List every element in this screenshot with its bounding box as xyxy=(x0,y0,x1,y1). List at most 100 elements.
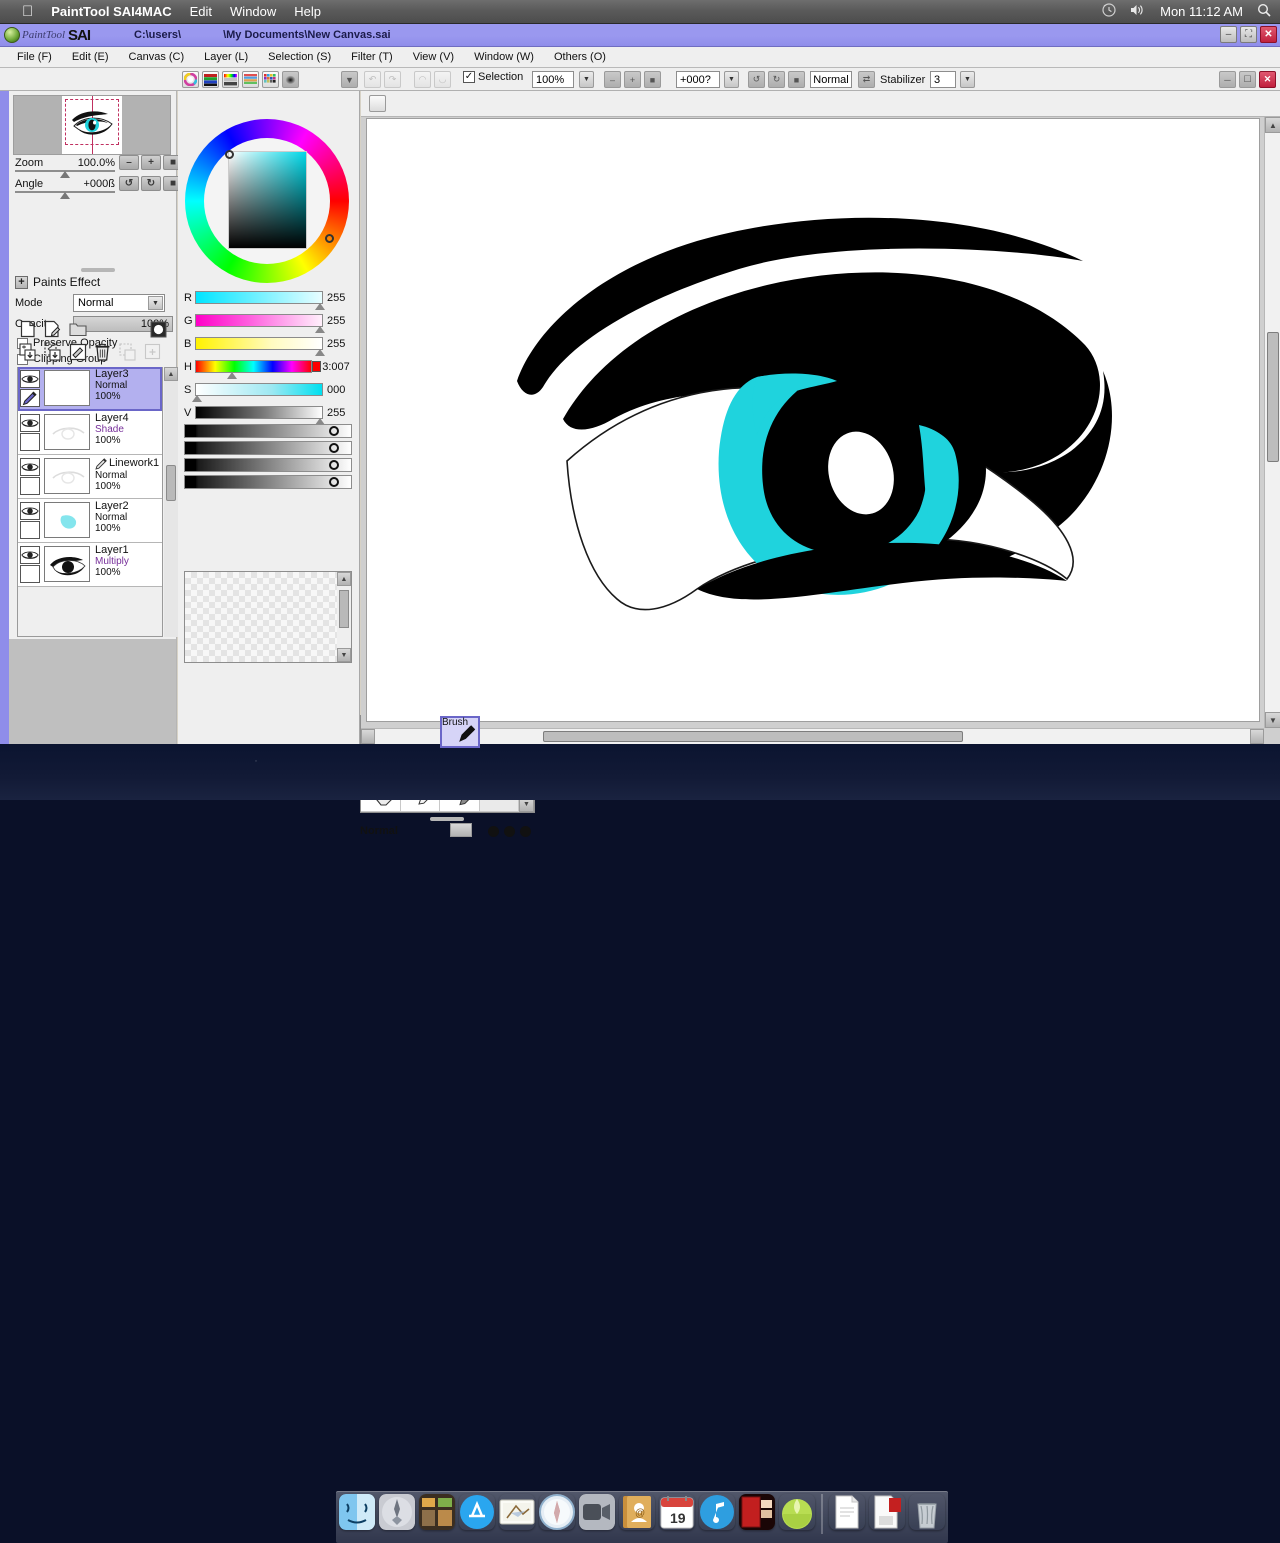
gray-bar-2-knob[interactable] xyxy=(329,443,339,453)
merge-down-icon[interactable] xyxy=(17,342,38,362)
hue-slider-thumb[interactable] xyxy=(227,372,237,379)
scroll-up-arrow-icon[interactable]: ▲ xyxy=(1265,117,1280,133)
zoom-field[interactable]: 100% xyxy=(532,71,574,88)
layer-mode-select[interactable]: Normal ▼ xyxy=(73,294,165,312)
zoom-in-button[interactable]: + xyxy=(624,71,641,88)
rotate-reset-button[interactable]: ■ xyxy=(788,71,805,88)
scroll-down-arrow-icon[interactable]: ▼ xyxy=(337,648,351,662)
layer-thumbnail[interactable] xyxy=(44,546,90,582)
search-icon[interactable] xyxy=(1257,3,1272,21)
apple-logo-icon[interactable]:  xyxy=(22,4,33,19)
layer-row[interactable]: Layer4 Shade 100% xyxy=(18,411,162,455)
gray-bar-1-knob[interactable] xyxy=(329,426,339,436)
gray-bar-4[interactable] xyxy=(184,475,352,489)
layer-visibility-icon[interactable] xyxy=(20,458,40,476)
canvas-thumbnail[interactable] xyxy=(13,95,171,155)
scroll-thumb-horizontal[interactable] xyxy=(543,731,963,742)
toolbar-blend-mode[interactable]: Normal xyxy=(810,71,852,88)
hue-ring[interactable] xyxy=(185,119,349,283)
blue-slider-thumb[interactable] xyxy=(315,349,325,356)
dock-icon-calendar[interactable]: 19 xyxy=(659,1494,695,1530)
layer-thumbnail[interactable] xyxy=(44,502,90,538)
green-slider[interactable] xyxy=(195,314,323,327)
clock-icon[interactable] xyxy=(1102,3,1116,20)
zoom-out-button-left[interactable]: – xyxy=(119,155,139,170)
menu-layer[interactable]: Layer (L) xyxy=(201,50,251,64)
menubar-edit[interactable]: Edit xyxy=(190,4,212,19)
red-slider[interactable] xyxy=(195,291,323,304)
new-folder-icon[interactable] xyxy=(67,319,88,339)
flip-horizontal-icon[interactable]: ◠ xyxy=(414,71,431,88)
rotate-ccw-button-left[interactable]: ↺ xyxy=(119,176,139,191)
dock-icon-iphoto[interactable] xyxy=(779,1494,815,1530)
layer-clip-toggle[interactable] xyxy=(20,389,40,407)
scroll-left-arrow-icon[interactable] xyxy=(361,729,375,744)
canvas-artwork[interactable] xyxy=(367,119,1261,723)
layer-clip-toggle[interactable] xyxy=(20,433,40,451)
gray-bar-4-knob[interactable] xyxy=(329,477,339,487)
layer-clip-toggle[interactable] xyxy=(20,477,40,495)
saturation-value-square[interactable] xyxy=(228,151,307,249)
layer-row[interactable]: Layer1 Multiply 100% xyxy=(18,543,162,587)
rotate-ccw-button[interactable]: ↺ xyxy=(748,71,765,88)
layer-clip-toggle[interactable] xyxy=(20,565,40,583)
clear-layer-icon[interactable] xyxy=(67,342,88,362)
layer-visibility-icon[interactable] xyxy=(20,546,40,564)
layer-list-scrollbar[interactable]: ▲ xyxy=(164,367,178,637)
canvas-tab-button-1[interactable] xyxy=(369,95,386,112)
dock-icon-preview[interactable] xyxy=(869,1494,905,1530)
rotate-cw-button[interactable]: ↻ xyxy=(768,71,785,88)
angle-dropdown-arrow[interactable]: ▼ xyxy=(724,71,739,88)
toolbar-overflow-dropdown[interactable]: ▼ xyxy=(341,71,358,88)
swatches-icon[interactable] xyxy=(262,71,279,88)
dock-icon-document[interactable] xyxy=(829,1494,865,1530)
green-slider-thumb[interactable] xyxy=(315,326,325,333)
zoom-in-button-left[interactable]: + xyxy=(141,155,161,170)
color-panel-resize-grip[interactable] xyxy=(430,817,464,821)
menu-file[interactable]: File (F) xyxy=(14,50,55,64)
scroll-up-arrow-icon[interactable]: ▲ xyxy=(337,572,351,586)
value-slider[interactable] xyxy=(195,406,323,419)
dock-icon-trash[interactable] xyxy=(909,1494,945,1530)
blue-slider[interactable] xyxy=(195,337,323,350)
rgb-slider-icon[interactable] xyxy=(202,71,219,88)
layer-row[interactable]: Layer2 Normal 100% xyxy=(18,499,162,543)
menu-view[interactable]: View (V) xyxy=(410,50,457,64)
panel-close-button[interactable]: ✕ xyxy=(1259,71,1276,88)
dock-icon-mission-control[interactable] xyxy=(419,1494,455,1530)
sv-cursor-marker[interactable] xyxy=(225,150,234,159)
merge-selected-icon[interactable] xyxy=(42,342,63,362)
layer-clip-toggle[interactable] xyxy=(20,521,40,539)
canvas-horizontal-scrollbar[interactable] xyxy=(361,728,1264,744)
chevron-down-icon[interactable]: ▼ xyxy=(148,296,163,310)
layer-mask-icon[interactable] xyxy=(148,319,169,339)
maximize-button[interactable]: ⛶ xyxy=(1240,26,1257,43)
delete-layer-icon[interactable] xyxy=(92,342,113,362)
drawing-canvas[interactable] xyxy=(366,118,1260,722)
stabilizer-field[interactable]: 3 xyxy=(930,71,956,88)
dock-icon-finder[interactable] xyxy=(339,1494,375,1530)
layer-row[interactable]: Linework1 Normal 100% xyxy=(18,455,162,499)
scroll-thumb[interactable] xyxy=(166,465,176,501)
new-layer-icon[interactable] xyxy=(17,319,38,339)
zoom-out-button[interactable]: – xyxy=(604,71,621,88)
saturation-slider[interactable] xyxy=(195,383,323,396)
brush-shape-previews[interactable] xyxy=(488,826,531,837)
angle-slider-thumb[interactable] xyxy=(60,192,70,199)
panel-minimize-button[interactable]: ─ xyxy=(1219,71,1236,88)
zoom-reset-button[interactable]: ■ xyxy=(644,71,661,88)
red-slider-thumb[interactable] xyxy=(315,303,325,310)
color-mixer-icon[interactable] xyxy=(242,71,259,88)
menu-filter[interactable]: Filter (T) xyxy=(348,50,396,64)
menu-others[interactable]: Others (O) xyxy=(551,50,609,64)
menu-edit[interactable]: Edit (E) xyxy=(69,50,112,64)
dock-icon-contacts[interactable]: @ xyxy=(619,1494,655,1530)
layer-thumbnail[interactable] xyxy=(44,414,90,450)
add-to-group-icon[interactable] xyxy=(142,342,163,362)
panel-resize-grip[interactable] xyxy=(81,268,115,272)
scratch-pad-canvas[interactable] xyxy=(185,572,337,662)
hue-slider[interactable] xyxy=(195,360,312,373)
speaker-icon[interactable] xyxy=(1130,3,1146,20)
flip-vertical-icon[interactable]: ◡ xyxy=(434,71,451,88)
layer-visibility-icon[interactable] xyxy=(20,370,40,388)
